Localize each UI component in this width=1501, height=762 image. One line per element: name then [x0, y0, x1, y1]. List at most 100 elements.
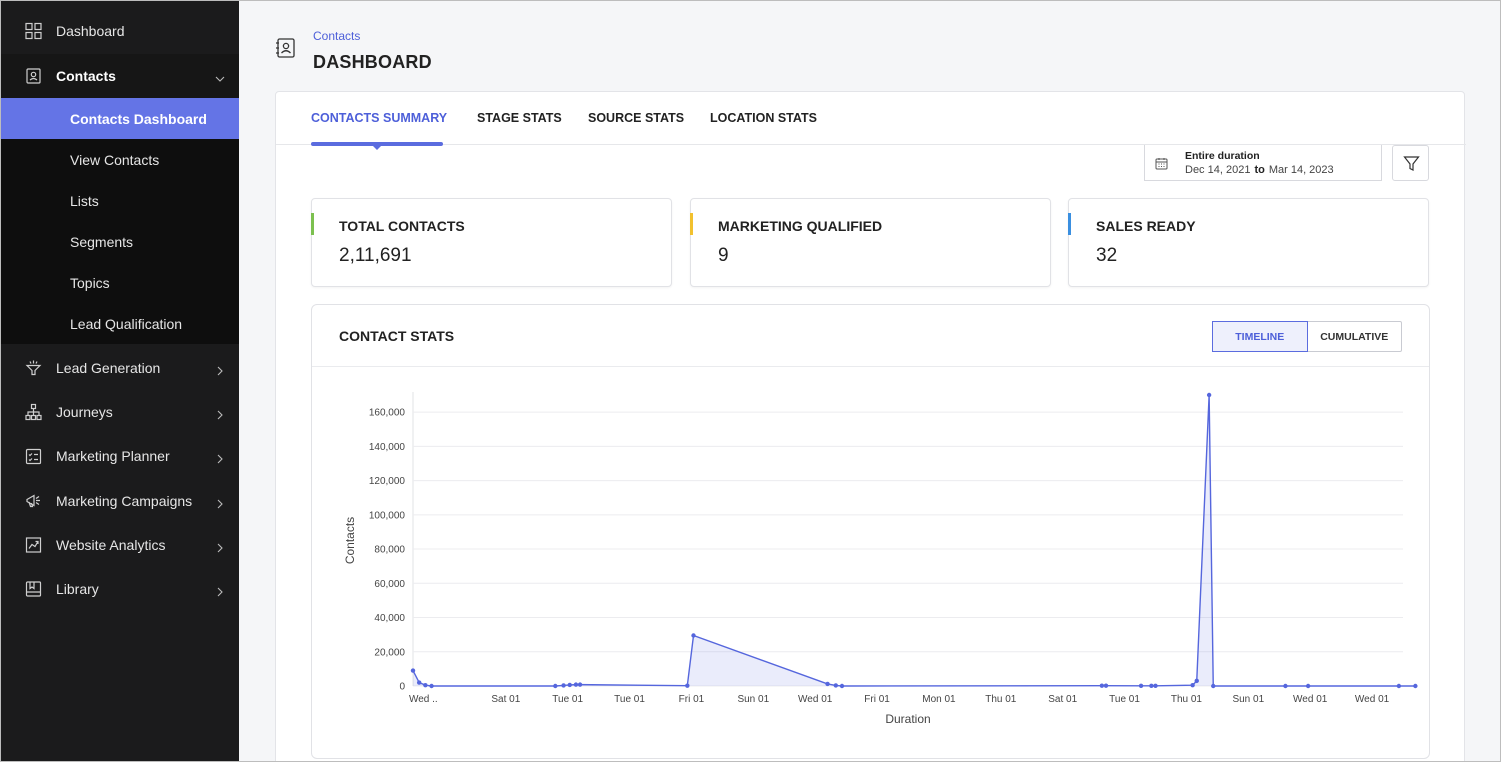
y-tick-label: 20,000	[374, 647, 405, 658]
sidebar: Dashboard Contacts Contacts Dashboard Vi…	[1, 1, 239, 761]
active-tab-notch	[372, 145, 382, 150]
x-tick-label: Tue 01	[614, 694, 645, 705]
checklist-icon	[25, 448, 42, 465]
data-point	[1194, 678, 1199, 684]
contact-stats-card: CONTACT STATS TIMELINE CUMULATIVE 0 20,00…	[311, 304, 1430, 759]
stat-card-marketing-qualified: MARKETING QUALIFIED 9	[690, 198, 1051, 287]
data-point	[1138, 683, 1144, 689]
x-tick-label: Wed ..	[409, 694, 438, 705]
chevron-right-icon	[215, 496, 225, 509]
sidebar-subitem-view-contacts[interactable]: View Contacts	[1, 139, 239, 180]
data-point	[567, 682, 572, 688]
sidebar-item-label: Lead Generation	[56, 360, 161, 376]
contact-card-icon	[25, 68, 42, 85]
data-point	[825, 681, 830, 687]
sidebar-item-contacts[interactable]: Contacts	[1, 54, 239, 98]
stat-title: TOTAL CONTACTS	[339, 218, 465, 234]
x-tick-label: Tue 01	[552, 694, 583, 705]
stat-title: MARKETING QUALIFIED	[718, 218, 883, 234]
x-tick-label: Thu 01	[985, 694, 1017, 705]
sidebar-subitem-label: Segments	[70, 233, 134, 250]
sidebar-item-label: Library	[56, 581, 99, 597]
sidebar-subitem-topics[interactable]: Topics	[1, 262, 239, 303]
data-point	[1211, 683, 1216, 689]
sidebar-subitem-lists[interactable]: Lists	[1, 180, 239, 221]
sidebar-item-marketing-planner[interactable]: Marketing Planner	[1, 434, 239, 478]
sidebar-item-journeys[interactable]: Journeys	[1, 390, 239, 434]
data-point	[1103, 683, 1109, 688]
tab-bar: CONTACTS SUMMARY STAGE STATS SOURCE STAT…	[276, 92, 1466, 145]
sidebar-subitem-label: View Contacts	[70, 151, 160, 168]
timeline-toggle-button[interactable]: TIMELINE	[1212, 321, 1308, 352]
data-point	[1149, 683, 1154, 689]
sidebar-subitem-label: Lead Qualification	[70, 315, 183, 332]
sidebar-subitem-lead-qualification[interactable]: Lead Qualification	[1, 303, 239, 344]
sidebar-item-library[interactable]: Library	[1, 567, 239, 611]
book-icon	[25, 581, 42, 598]
sidebar-item-marketing-campaigns[interactable]: Marketing Campaigns	[1, 479, 239, 523]
y-tick-label: 0	[399, 682, 405, 693]
chevron-right-icon	[215, 451, 225, 464]
breadcrumb[interactable]: Contacts	[313, 29, 360, 43]
data-point	[1283, 683, 1288, 689]
cumulative-toggle-button[interactable]: CUMULATIVE	[1308, 322, 1402, 351]
calendar-icon	[1155, 157, 1168, 170]
page-title: DASHBOARD	[313, 52, 432, 72]
x-tick-label: Sat 01	[1048, 694, 1077, 705]
series-line	[412, 394, 1416, 687]
trend-chart-icon	[25, 537, 42, 554]
stat-title: SALES READY	[1096, 218, 1196, 234]
sidebar-item-lead-generation[interactable]: Lead Generation	[1, 346, 239, 390]
data-point	[577, 682, 583, 687]
filter-icon	[1403, 156, 1420, 171]
data-point	[1413, 683, 1418, 689]
data-point	[416, 680, 422, 685]
x-tick-label: Fri 01	[679, 694, 705, 705]
sidebar-subitem-segments[interactable]: Segments	[1, 221, 239, 262]
sidebar-item-label: Website Analytics	[56, 537, 166, 553]
data-point	[1099, 683, 1105, 688]
sidebar-item-label: Marketing Planner	[56, 448, 170, 464]
sidebar-subitem-contacts-dashboard[interactable]: Contacts Dashboard	[1, 98, 239, 139]
sidebar-item-label: Journeys	[56, 404, 113, 420]
sidebar-item-label: Marketing Campaigns	[56, 493, 193, 509]
y-tick-label: 100,000	[369, 510, 406, 521]
date-separator: to	[1254, 164, 1265, 176]
sidebar-item-label: Contacts	[56, 68, 116, 84]
x-tick-label: Sun 01	[1232, 694, 1264, 705]
tab-source-stats[interactable]: SOURCE STATS	[588, 111, 684, 125]
view-toggle: TIMELINE CUMULATIVE	[1212, 321, 1402, 352]
y-tick-label: 140,000	[369, 442, 406, 453]
y-tick-label: 160,000	[369, 408, 406, 419]
data-point	[573, 682, 579, 687]
chevron-right-icon	[215, 584, 225, 597]
chevron-right-icon	[215, 540, 225, 553]
sidebar-item-website-analytics[interactable]: Website Analytics	[1, 523, 239, 567]
sidebar-subitem-label: Contacts Dashboard	[70, 110, 207, 127]
x-tick-label: Tue 01	[1109, 694, 1140, 705]
data-point	[1396, 683, 1402, 689]
chart-header: CONTACT STATS TIMELINE CUMULATIVE	[312, 305, 1429, 367]
stat-value: 2,11,691	[339, 245, 412, 266]
data-point	[839, 683, 845, 689]
data-point	[553, 683, 558, 689]
stat-value: 9	[718, 245, 729, 266]
x-tick-label: Wed 01	[1293, 694, 1328, 705]
data-point	[685, 683, 690, 688]
date-range-values: Dec 14, 2021 to Mar 14, 2023	[1185, 164, 1334, 176]
data-point	[1206, 392, 1212, 398]
stat-accent-bar	[311, 213, 314, 235]
data-point	[429, 683, 434, 689]
tab-location-stats[interactable]: LOCATION STATS	[710, 111, 817, 125]
data-point	[1153, 683, 1158, 689]
megaphone-icon	[25, 493, 42, 510]
tab-stage-stats[interactable]: STAGE STATS	[477, 111, 562, 125]
filter-button[interactable]	[1392, 145, 1429, 181]
sidebar-item-dashboard[interactable]: Dashboard	[1, 9, 239, 53]
data-point	[1190, 682, 1195, 688]
app-window: Dashboard Contacts Contacts Dashboard Vi…	[0, 0, 1501, 762]
date-range-picker[interactable]: Entire duration Dec 14, 2021 to Mar 14, 20…	[1144, 145, 1382, 181]
tab-contacts-summary[interactable]: CONTACTS SUMMARY	[311, 111, 447, 125]
stat-accent-bar	[690, 213, 693, 235]
hierarchy-icon	[25, 403, 42, 421]
